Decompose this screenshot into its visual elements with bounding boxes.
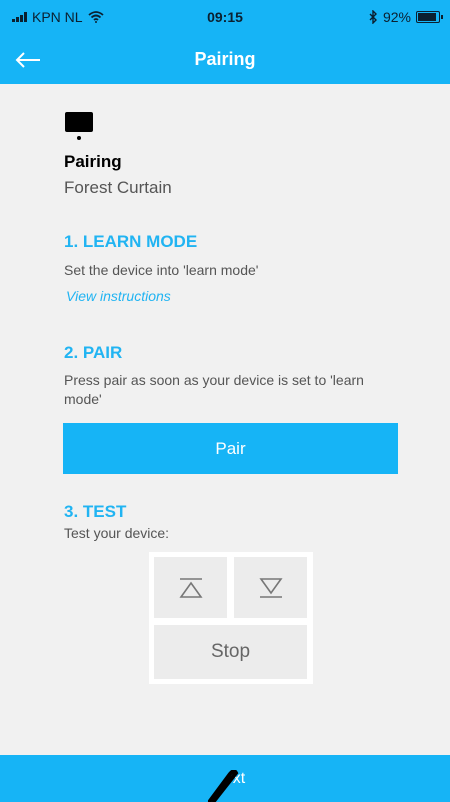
curtain-control-panel: Stop bbox=[149, 552, 313, 684]
device-label: Pairing bbox=[64, 152, 122, 171]
stop-button[interactable]: Stop bbox=[154, 625, 307, 679]
open-button[interactable] bbox=[154, 557, 227, 618]
status-right: 92% bbox=[369, 9, 443, 25]
battery-icon bbox=[416, 11, 443, 23]
step-test-text: Test your device: bbox=[64, 525, 170, 541]
view-instructions-link[interactable]: View instructions bbox=[66, 288, 171, 304]
close-button[interactable] bbox=[234, 557, 307, 618]
battery-percent: 92% bbox=[382, 9, 411, 25]
battery-fill bbox=[418, 13, 437, 21]
page-title: Pairing bbox=[194, 49, 256, 69]
step-learn-title: 1. LEARN MODE bbox=[64, 232, 198, 251]
nav-bar: Pairing bbox=[0, 36, 450, 84]
device-name: Forest Curtain bbox=[64, 178, 172, 197]
status-bar: KPN NL 09:15 92% bbox=[0, 0, 450, 36]
step-test-title: 3. TEST bbox=[64, 502, 127, 521]
step-pair-text: Press pair as soon as your device is set… bbox=[64, 372, 364, 407]
close-down-icon bbox=[258, 577, 283, 598]
step-pair-title: 2. PAIR bbox=[64, 343, 123, 362]
device-icon bbox=[65, 112, 93, 140]
bluetooth-icon bbox=[369, 10, 377, 24]
pen-scribble-mark bbox=[208, 770, 239, 802]
step-learn-text: Set the device into 'learn mode' bbox=[64, 262, 259, 278]
pair-button[interactable]: Pair bbox=[63, 423, 398, 474]
open-up-icon bbox=[178, 577, 203, 598]
